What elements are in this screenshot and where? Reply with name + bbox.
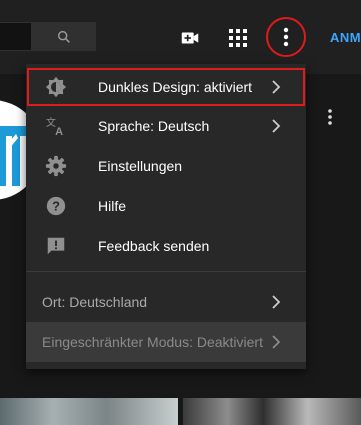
- video-thumbnail[interactable]: [183, 398, 361, 425]
- help-icon: ?: [44, 194, 68, 218]
- translate-icon: 文 A: [44, 114, 68, 138]
- menu-item-language[interactable]: 文 A Sprache: Deutsch: [26, 106, 306, 146]
- menu-item-label: Sprache: Deutsch: [98, 118, 210, 134]
- svg-text:A: A: [55, 126, 63, 137]
- menu-item-label: Feedback senden: [98, 238, 210, 254]
- gear-icon: [44, 154, 68, 178]
- menu-item-dark-theme[interactable]: Dunkles Design: aktiviert: [26, 67, 306, 107]
- video-thumbnail[interactable]: [0, 398, 178, 425]
- menu-item-label: Ort: Deutschland: [42, 294, 148, 310]
- youtube-page: ANM Dunkles Design: aktiviert 文 A Sprach…: [0, 0, 361, 425]
- menu-item-label: Einstellungen: [98, 158, 183, 174]
- search-button[interactable]: [32, 22, 96, 51]
- sign-in-button[interactable]: ANM: [330, 30, 361, 45]
- menu-item-help[interactable]: ? Hilfe: [26, 186, 306, 226]
- settings-menu: Dunkles Design: aktiviert 文 A Sprache: D…: [26, 64, 306, 369]
- search-icon: [57, 30, 70, 43]
- menu-item-label: Dunkles Design: aktiviert: [98, 79, 253, 95]
- apps-grid-icon: [229, 29, 247, 47]
- chevron-right-icon: [272, 295, 281, 309]
- video-thumbnail-row: [0, 398, 361, 425]
- chevron-right-icon: [272, 119, 281, 133]
- video-options-button[interactable]: [324, 106, 336, 128]
- chevron-right-icon: [272, 80, 281, 94]
- dark-theme-icon: [44, 75, 68, 99]
- settings-menu-button[interactable]: [266, 17, 306, 57]
- chevron-right-icon: [272, 335, 281, 349]
- video-camera-add-icon: [181, 32, 199, 44]
- svg-text:?: ?: [52, 199, 60, 214]
- apps-button[interactable]: [224, 24, 252, 52]
- menu-item-restricted-mode[interactable]: Eingeschränkter Modus: Deaktiviert: [26, 322, 306, 362]
- more-vert-icon: [283, 27, 289, 47]
- more-vert-icon: [328, 109, 332, 125]
- menu-divider: [26, 271, 306, 272]
- masthead: ANM: [0, 0, 361, 74]
- menu-item-label: Eingeschränkter Modus: Deaktiviert: [42, 334, 263, 350]
- menu-item-location[interactable]: Ort: Deutschland: [26, 282, 306, 322]
- create-video-button[interactable]: [176, 24, 204, 52]
- search-input[interactable]: [0, 22, 32, 51]
- menu-item-feedback[interactable]: Feedback senden: [26, 226, 306, 266]
- menu-item-settings[interactable]: Einstellungen: [26, 146, 306, 186]
- feedback-icon: [44, 234, 68, 258]
- menu-item-label: Hilfe: [98, 198, 127, 214]
